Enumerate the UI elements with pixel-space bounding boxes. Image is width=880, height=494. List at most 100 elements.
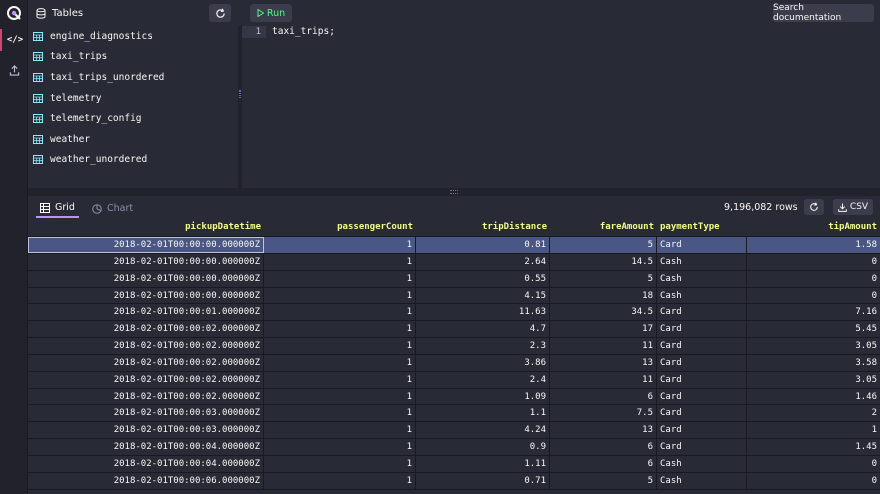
grid-cell[interactable]: 1 <box>747 422 880 438</box>
grid-cell[interactable]: 1.45 <box>747 439 880 455</box>
grid-cell[interactable]: 2.4 <box>416 371 550 388</box>
grid-cell[interactable]: 6 <box>550 455 657 472</box>
sql-editor[interactable]: 1 taxi_trips; <box>242 26 880 188</box>
grid-cell[interactable]: 2018-02-01T00:00:00.000000Z <box>28 287 264 304</box>
grid-cell[interactable]: 2018-02-01T00:00:02.000000Z <box>28 371 264 388</box>
grid-cell[interactable]: 4.15 <box>416 287 550 304</box>
table-row[interactable]: 2018-02-01T00:00:01.000000Z 1 11.63 34.5 Car… <box>28 304 880 322</box>
grid-cell[interactable]: 3.86 <box>416 354 550 371</box>
grid-cell[interactable]: 2018-02-01T00:00:01.000000Z <box>28 304 264 321</box>
grid-cell[interactable]: Card <box>657 371 747 388</box>
grid-cell[interactable]: 2018-02-01T00:00:00.000000Z <box>28 237 264 253</box>
grid-cell[interactable]: 5 <box>550 237 657 253</box>
grid-cell[interactable]: 1 <box>264 472 416 489</box>
splitter-grip[interactable] <box>239 90 241 98</box>
grid-cell[interactable]: 11 <box>550 371 657 388</box>
grid-cell[interactable]: 2018-02-01T00:00:00.000000Z <box>28 253 264 270</box>
grid-cell[interactable]: 1 <box>264 354 416 371</box>
table-item[interactable]: telemetry_config <box>28 108 238 129</box>
code-editor-nav-button[interactable]: </> <box>0 29 28 51</box>
grid-cell[interactable]: 1 <box>264 455 416 472</box>
code-line[interactable]: taxi_trips; <box>272 26 335 38</box>
grid-cell[interactable]: 1 <box>264 253 416 270</box>
grid-cell[interactable]: Card <box>657 422 747 439</box>
column-header[interactable]: fareAmount <box>550 218 657 236</box>
grid-cell[interactable]: 2018-02-01T00:00:02.000000Z <box>28 338 264 354</box>
table-row[interactable]: 2018-02-01T00:00:04.000000Z 1 1.11 6 Cash 0 <box>28 455 880 473</box>
table-row[interactable]: 2018-02-01T00:00:02.000000Z 1 4.7 17 Card 5.4… <box>28 321 880 339</box>
table-row[interactable]: 2018-02-01T00:00:02.000000Z 1 3.86 13 Card 3.… <box>28 354 880 372</box>
table-item[interactable]: taxi_trips_unordered <box>28 67 238 88</box>
grid-cell[interactable]: 6 <box>550 439 657 455</box>
grid-cell[interactable]: 1 <box>264 304 416 321</box>
grid-cell[interactable]: 1.11 <box>416 455 550 472</box>
tab-grid[interactable]: Grid <box>36 199 79 218</box>
table-row[interactable]: 2018-02-01T00:00:02.000000Z 1 2.4 11 Card 3.0… <box>28 371 880 389</box>
grid-cell[interactable]: 2018-02-01T00:00:04.000000Z <box>28 439 264 455</box>
import-nav-button[interactable] <box>0 59 28 81</box>
grid-cell[interactable]: 1.46 <box>747 389 880 405</box>
refresh-schema-button[interactable] <box>209 4 231 22</box>
table-row[interactable]: 2018-02-01T00:00:06.000000Z 1 0.71 5 Cash 0 <box>28 472 880 490</box>
table-row[interactable]: 2018-02-01T00:00:02.000000Z 1 1.09 6 Card 1.4… <box>28 388 880 406</box>
grid-cell[interactable]: Card <box>657 388 747 405</box>
grid-cell[interactable]: 5 <box>550 472 657 489</box>
grid-cell[interactable]: 5 <box>550 270 657 287</box>
run-query-button[interactable]: Run <box>250 4 292 22</box>
grid-cell[interactable]: 2018-02-01T00:00:06.000000Z <box>28 472 264 489</box>
grid-cell[interactable]: 3.58 <box>747 355 880 371</box>
grid-cell[interactable]: 0 <box>747 288 880 304</box>
grid-cell[interactable]: 1.1 <box>416 405 550 422</box>
grid-cell[interactable]: 2018-02-01T00:00:03.000000Z <box>28 422 264 439</box>
grid-cell[interactable]: 1 <box>264 405 416 422</box>
grid-cell[interactable]: 11.63 <box>416 304 550 321</box>
grid-cell[interactable]: 0.55 <box>416 270 550 287</box>
grid-cell[interactable]: 3.05 <box>747 338 880 354</box>
table-item[interactable]: weather <box>28 129 238 150</box>
splitter-grip[interactable] <box>450 190 458 194</box>
grid-cell[interactable]: 2018-02-01T00:00:02.000000Z <box>28 321 264 338</box>
grid-cell[interactable]: 0 <box>747 456 880 472</box>
grid-cell[interactable]: 2018-02-01T00:00:04.000000Z <box>28 455 264 472</box>
grid-cell[interactable]: 6 <box>550 388 657 405</box>
download-csv-button[interactable]: CSV <box>833 199 873 215</box>
grid-cell[interactable]: Cash <box>657 287 747 304</box>
grid-cell[interactable]: 2018-02-01T00:00:00.000000Z <box>28 270 264 287</box>
grid-cell[interactable]: 0.81 <box>416 237 550 253</box>
table-row[interactable]: 2018-02-01T00:00:03.000000Z 1 4.24 13 Card 1 <box>28 422 880 440</box>
table-item[interactable]: weather_unordered <box>28 150 238 171</box>
grid-cell[interactable]: 5.45 <box>747 321 880 337</box>
table-row[interactable]: 2018-02-01T00:00:00.000000Z 1 0.55 5 Cash 0 <box>28 270 880 288</box>
grid-cell[interactable]: 0.71 <box>416 472 550 489</box>
table-item[interactable]: telemetry <box>28 88 238 109</box>
questdb-logo-icon[interactable] <box>6 5 22 21</box>
grid-cell[interactable]: 4.24 <box>416 422 550 439</box>
grid-cell[interactable]: 2018-02-01T00:00:03.000000Z <box>28 405 264 422</box>
grid-cell[interactable]: 13 <box>550 354 657 371</box>
grid-cell[interactable]: Card <box>657 338 747 354</box>
grid-cell[interactable]: 1 <box>264 439 416 455</box>
grid-cell[interactable]: Cash <box>657 253 747 270</box>
grid-cell[interactable]: 2.64 <box>416 253 550 270</box>
grid-cell[interactable]: 0 <box>747 271 880 287</box>
column-header[interactable]: tripDistance <box>416 218 550 236</box>
grid-cell[interactable]: Card <box>657 304 747 321</box>
grid-cell[interactable]: Cash <box>657 455 747 472</box>
grid-cell[interactable]: 14.5 <box>550 253 657 270</box>
grid-cell[interactable]: 18 <box>550 287 657 304</box>
grid-cell[interactable]: 2018-02-01T00:00:02.000000Z <box>28 388 264 405</box>
grid-cell[interactable]: 13 <box>550 422 657 439</box>
grid-cell[interactable]: 4.7 <box>416 321 550 338</box>
grid-cell[interactable]: 1 <box>264 287 416 304</box>
table-row[interactable]: 2018-02-01T00:00:02.000000Z 1 2.3 11 Card 3.0… <box>28 338 880 355</box>
table-item[interactable]: engine_diagnostics <box>28 26 238 47</box>
grid-cell[interactable]: 2018-02-01T00:00:02.000000Z <box>28 354 264 371</box>
grid-cell[interactable]: 2 <box>747 405 880 421</box>
grid-cell[interactable]: 0 <box>747 473 880 489</box>
column-header[interactable]: paymentType <box>657 218 747 236</box>
column-header[interactable]: tipAmount <box>747 218 880 236</box>
grid-cell[interactable]: 0.9 <box>416 439 550 455</box>
grid-cell[interactable]: 1 <box>264 338 416 354</box>
grid-cell[interactable]: 3.05 <box>747 372 880 388</box>
grid-cell[interactable]: Card <box>657 237 747 253</box>
